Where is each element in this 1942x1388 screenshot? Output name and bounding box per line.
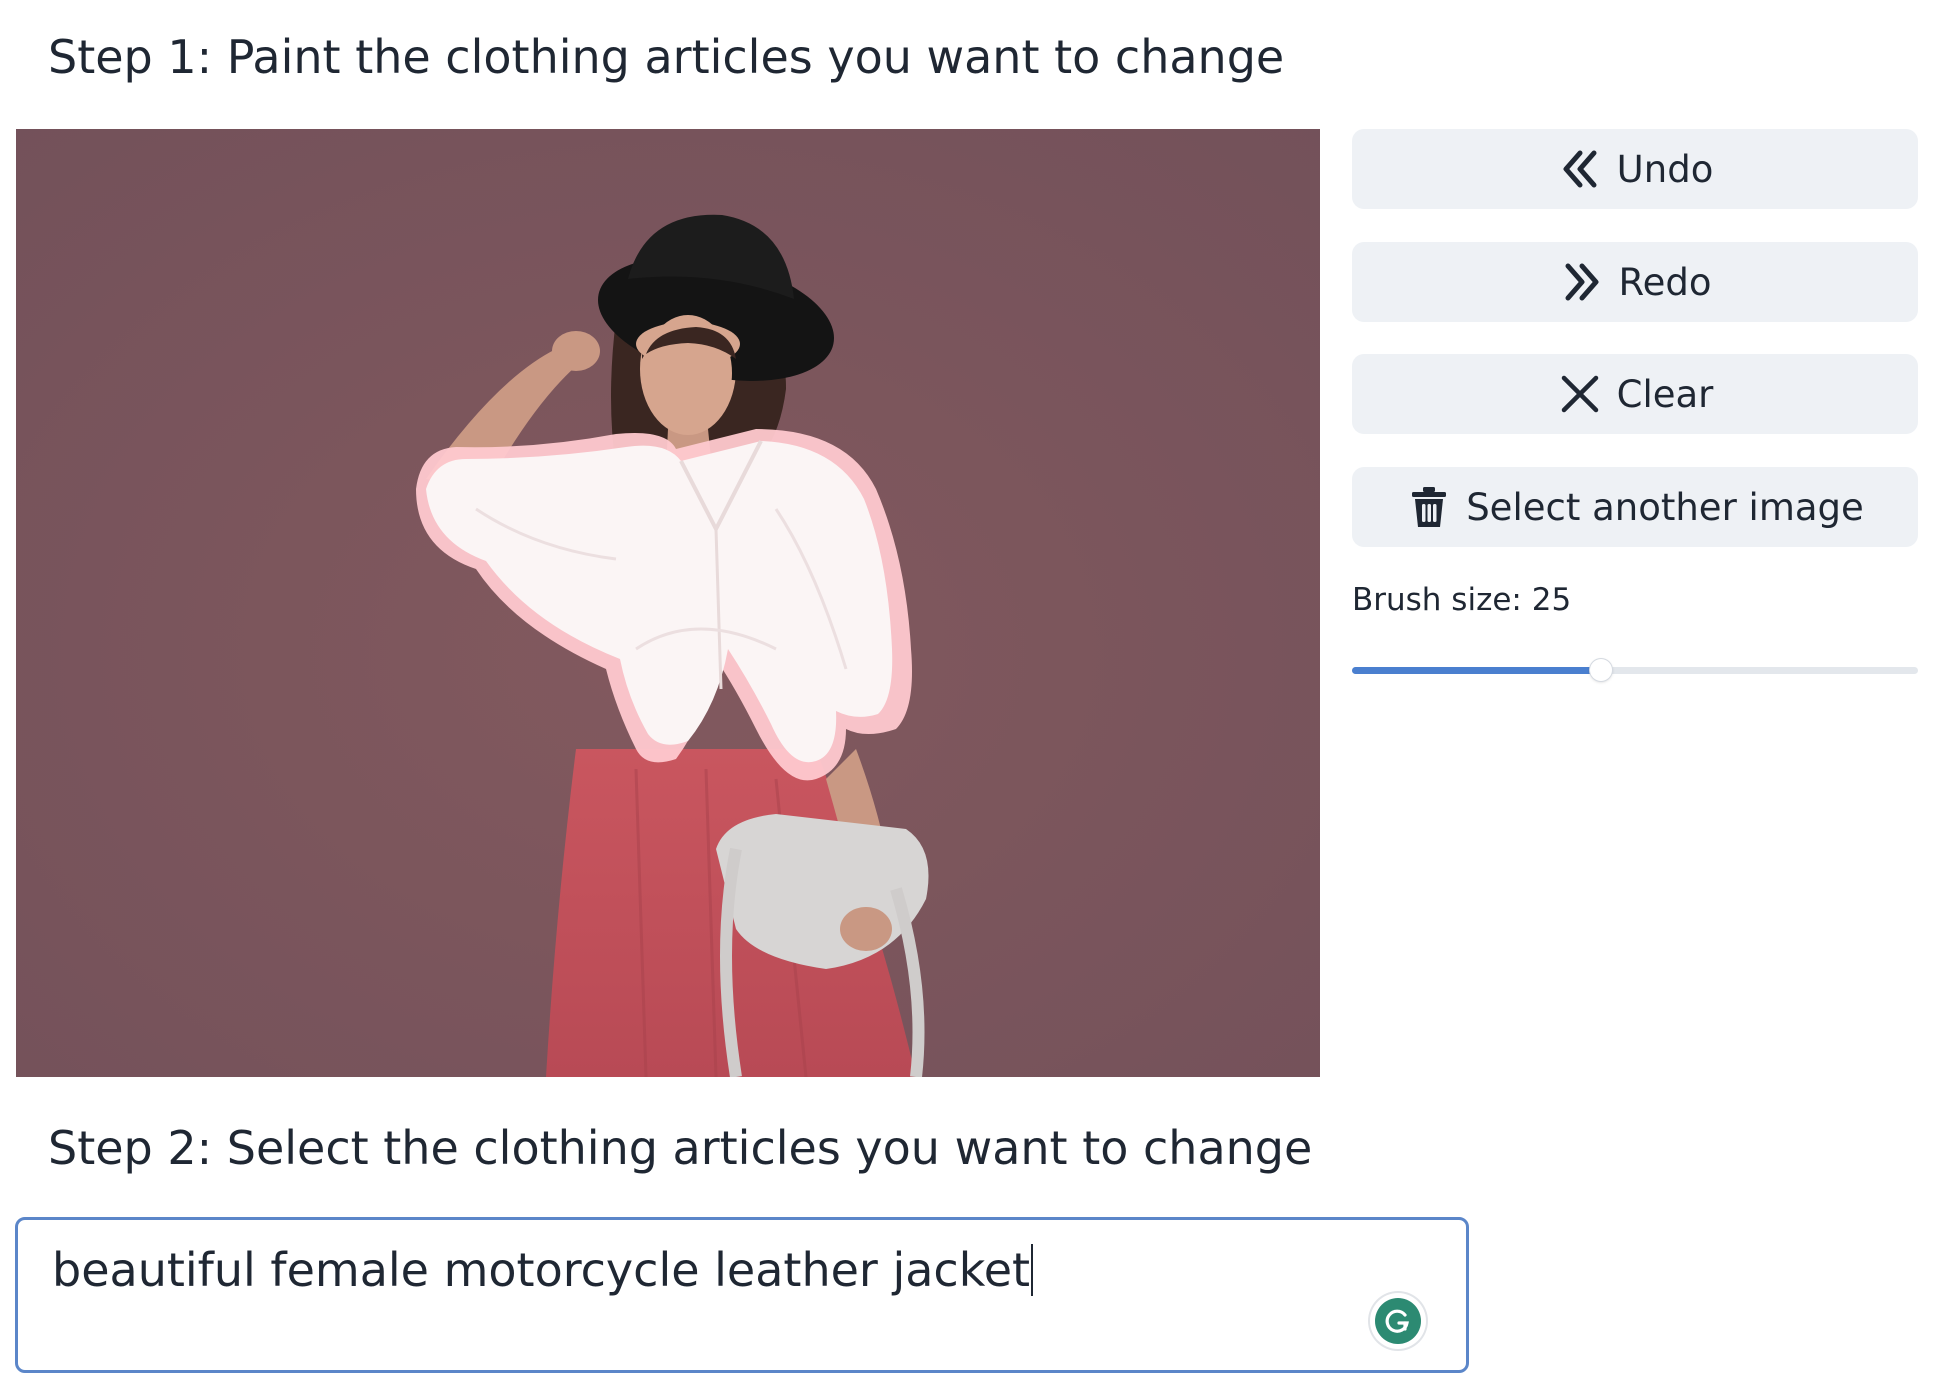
prompt-value: beautiful female motorcycle leather jack… xyxy=(52,1243,1031,1297)
redo-label: Redo xyxy=(1618,260,1712,304)
select-another-image-button[interactable]: Select another image xyxy=(1352,467,1918,547)
brush-size-slider[interactable] xyxy=(1352,659,1918,681)
trash-icon xyxy=(1406,484,1452,530)
step1-title: Step 1: Paint the clothing articles you … xyxy=(48,30,1285,84)
page: Step 1: Paint the clothing articles you … xyxy=(0,0,1942,1388)
paint-canvas[interactable] xyxy=(16,129,1320,1077)
prompt-text-line: beautiful female motorcycle leather jack… xyxy=(52,1240,1034,1300)
photo-with-mask[interactable] xyxy=(16,129,1320,1077)
brush-size-label: Brush size: 25 xyxy=(1352,582,1572,618)
prompt-input[interactable]: beautiful female motorcycle leather jack… xyxy=(15,1217,1469,1373)
text-caret xyxy=(1031,1244,1034,1296)
grammarly-icon xyxy=(1375,1298,1421,1344)
undo-label: Undo xyxy=(1616,147,1714,191)
double-chevron-right-icon xyxy=(1559,259,1605,305)
double-chevron-left-icon xyxy=(1557,146,1603,192)
clear-label: Clear xyxy=(1616,372,1714,416)
undo-button[interactable]: Undo xyxy=(1352,129,1918,209)
select-another-image-label: Select another image xyxy=(1466,485,1864,529)
step2-title: Step 2: Select the clothing articles you… xyxy=(48,1121,1313,1175)
grammarly-button[interactable] xyxy=(1370,1293,1426,1349)
slider-thumb[interactable] xyxy=(1590,659,1612,681)
slider-fill xyxy=(1352,667,1601,674)
redo-button[interactable]: Redo xyxy=(1352,242,1918,322)
clear-button[interactable]: Clear xyxy=(1352,354,1918,434)
close-icon xyxy=(1557,371,1603,417)
